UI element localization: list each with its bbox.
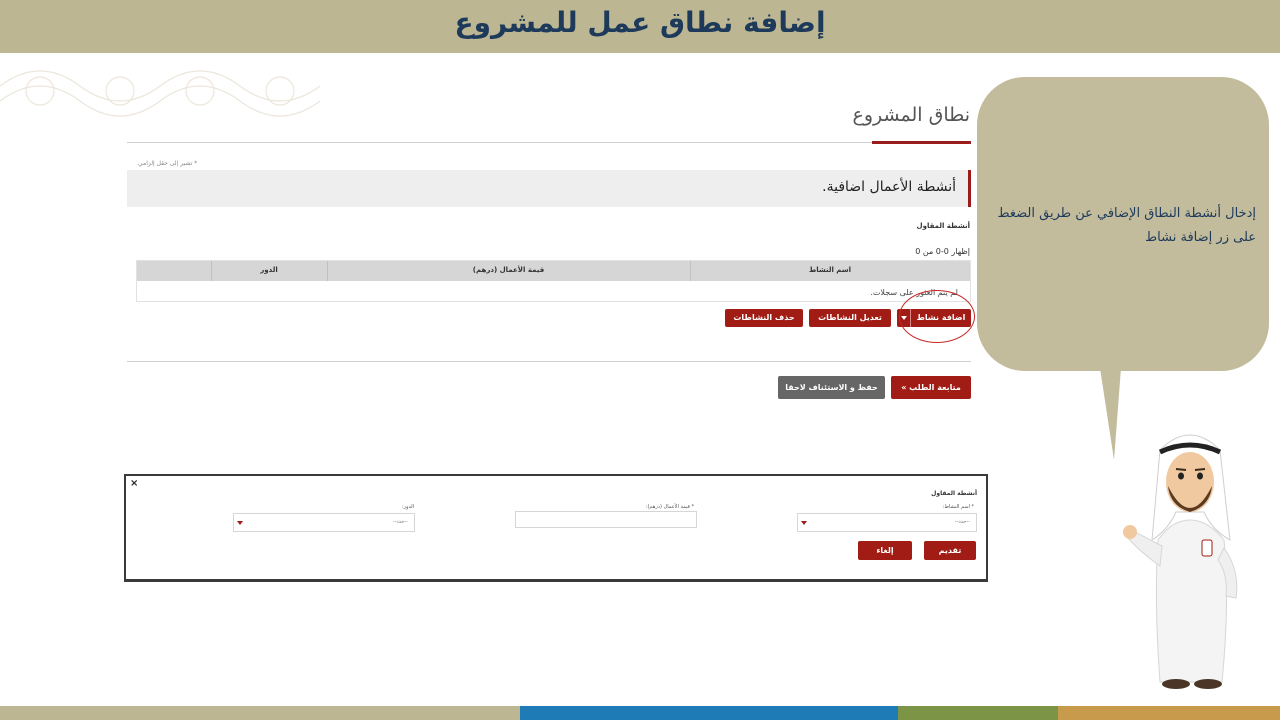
edit-activities-button[interactable]: تعديل النشاطات — [809, 309, 891, 327]
cancel-button[interactable]: إلغاء — [858, 541, 912, 560]
column-header-role[interactable]: الدور — [211, 266, 327, 274]
activities-table: اسم النشاط قيمة الأعمال (درهم) الدور لم … — [136, 260, 971, 302]
form-divider — [127, 361, 971, 362]
slide-title: إضافة نطاق عمل للمشروع — [454, 6, 826, 39]
role-select[interactable]: --حدد-- — [233, 513, 415, 532]
delete-activities-button[interactable]: حذف النشاطات — [725, 309, 803, 327]
value-input[interactable] — [515, 511, 697, 528]
column-separator — [327, 261, 328, 281]
slide: إضافة نطاق عمل للمشروع نطاق المشروع * تش… — [0, 0, 1280, 720]
role-label: الدور: — [401, 504, 414, 510]
records-count: إظهار 0-0 من 0 — [915, 247, 970, 256]
heading-accent — [872, 141, 971, 144]
decorative-pattern — [0, 70, 321, 117]
footer-bar-blue — [520, 706, 898, 720]
modal-title: أنشطة المقاول — [931, 490, 977, 497]
footer-bar-beige — [0, 706, 520, 720]
footer-bar-olive — [898, 706, 1058, 720]
add-activity-modal: × أنشطة المقاول * اسم النشاط: --حدد-- * … — [124, 474, 988, 582]
footer-bar-gold — [1058, 706, 1280, 720]
chevron-down-icon — [237, 521, 243, 525]
continue-request-button[interactable]: متابعة الطلب » — [891, 376, 971, 399]
bubble-text: إدخال أنشطة النطاق الإضافي عن طريق الضغط… — [997, 206, 1256, 245]
column-separator — [690, 261, 691, 281]
table-header: اسم النشاط قيمة الأعمال (درهم) الدور — [137, 261, 970, 281]
highlight-circle — [899, 290, 975, 343]
activity-name-label: * اسم النشاط: — [942, 504, 974, 510]
section-title: أنشطة الأعمال اضافية. — [822, 179, 956, 195]
activity-name-select[interactable]: --حدد-- — [797, 513, 977, 532]
chevron-down-icon — [801, 521, 807, 525]
submit-button[interactable]: تقديم — [924, 541, 976, 560]
guide-character-illustration — [1123, 434, 1238, 689]
section-header: أنشطة الأعمال اضافية. — [127, 170, 971, 207]
save-resume-later-button[interactable]: حفظ و الاستئناف لاحقا — [778, 376, 885, 399]
column-header-value[interactable]: قيمة الأعمال (درهم) — [327, 266, 690, 274]
role-placeholder: --حدد-- — [392, 519, 408, 525]
column-separator — [211, 261, 212, 281]
activity-name-placeholder: --حدد-- — [954, 519, 970, 525]
heading-divider — [127, 142, 971, 143]
required-field-note: * تشير إلى حقل إلزامي — [138, 160, 198, 167]
close-icon[interactable]: × — [130, 478, 138, 489]
column-header-activity-name[interactable]: اسم النشاط — [690, 266, 970, 274]
page-heading: نطاق المشروع — [852, 104, 970, 126]
value-label: * قيمة الأعمال (درهم): — [645, 504, 694, 510]
contractor-activities-label: أنشطة المقاول — [916, 222, 970, 230]
